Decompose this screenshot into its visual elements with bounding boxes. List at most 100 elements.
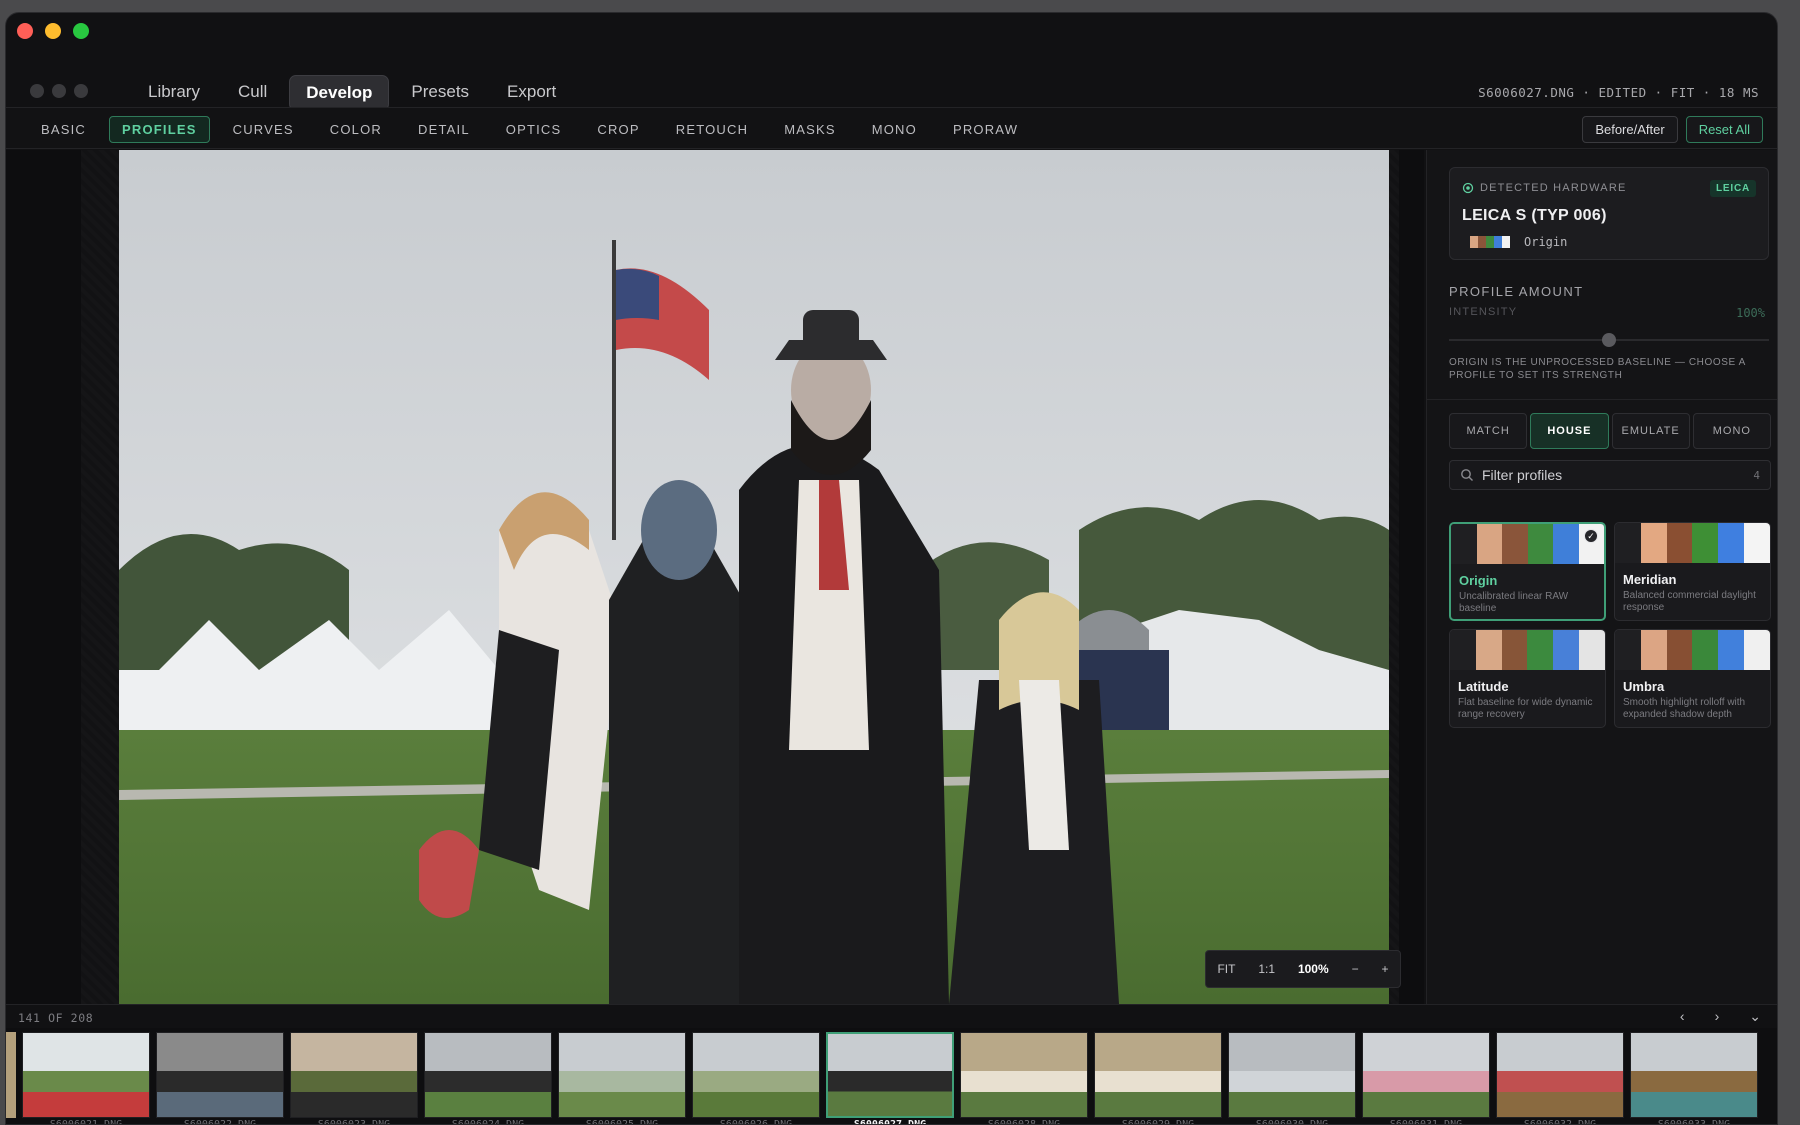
image-viewer: FIT 1:1 100% − + xyxy=(6,150,1424,1004)
status-dots xyxy=(30,84,88,98)
camera-chip-icon xyxy=(1462,182,1474,194)
develop-subnav: BASIC PROFILES CURVES COLOR DETAIL OPTICS CROP… xyxy=(6,107,1777,149)
thumbnail-image xyxy=(960,1032,1088,1118)
thumbnail-filename: S6006032.DNG xyxy=(1523,1119,1597,1125)
thumbnail-image xyxy=(1228,1032,1356,1118)
subtab-optics[interactable]: OPTICS xyxy=(493,116,575,143)
thumbnail-image xyxy=(692,1032,820,1118)
thumbnail-filename: S6006027.DNG xyxy=(853,1119,927,1125)
intensity-slider-handle[interactable] xyxy=(1602,333,1616,347)
profile-swatch xyxy=(1615,523,1770,563)
filmstrip-thumb[interactable]: S6006027.DNG xyxy=(826,1028,954,1125)
partial-thumb[interactable] xyxy=(6,1028,16,1124)
detected-hardware-card: DETECTED HARDWARE LEICA LEICA S (TYP 006… xyxy=(1449,167,1769,260)
filmstrip-thumb[interactable]: S6006029.DNG xyxy=(1094,1028,1222,1124)
filmstrip-thumb[interactable]: S6006026.DNG xyxy=(692,1028,820,1125)
filmstrip-thumb[interactable]: S6006025.DNG xyxy=(558,1028,686,1124)
intensity-slider[interactable] xyxy=(1449,333,1769,347)
zoom-level: 100% xyxy=(1297,962,1329,976)
segment-mono[interactable]: MONO xyxy=(1692,413,1771,449)
profile-swatch xyxy=(1451,524,1604,564)
tab-cull[interactable]: Cull xyxy=(222,75,283,111)
filmstrip-thumb[interactable]: S6006031.DNG xyxy=(1362,1028,1490,1125)
top-nav: Library Cull Develop Presets Export S6006027… xyxy=(6,51,1777,111)
close-window-button[interactable] xyxy=(17,23,33,39)
window-controls xyxy=(17,23,89,39)
filmstrip-thumb[interactable]: S6006022.DNG xyxy=(156,1028,284,1125)
thumbnail-filename: S6006022.DNG xyxy=(183,1119,257,1125)
brand-badge: LEICA xyxy=(1710,180,1756,197)
thumbnail-filename: S6006026.DNG xyxy=(719,1119,793,1125)
thumbnail-image xyxy=(1362,1032,1490,1118)
filmstrip-thumb[interactable]: S6006032.DNG xyxy=(1496,1028,1624,1125)
thumbnail-filename: S6006024.DNG xyxy=(451,1119,525,1125)
profile-description: Flat baseline for wide dynamic range rec… xyxy=(1458,697,1593,720)
next-image-button[interactable]: › xyxy=(1715,1008,1720,1025)
thumbnail-filename: S6006031.DNG xyxy=(1389,1119,1463,1125)
thumbnail-filename: S6006021.DNG xyxy=(49,1119,123,1125)
zoom-out-button[interactable]: − xyxy=(1352,962,1359,976)
tab-develop[interactable]: Develop xyxy=(289,75,390,111)
profile-card-meridian[interactable]: Meridian Balanced commercial daylight res… xyxy=(1614,522,1771,621)
zoom-fit-button[interactable]: FIT xyxy=(1217,962,1235,976)
filmstrip-thumb[interactable]: S6006033.DNG xyxy=(1630,1028,1758,1125)
thumbnail-filename: S6006030.DNG xyxy=(1255,1119,1329,1125)
filmstrip-thumb[interactable]: S6006023.DNG xyxy=(290,1028,418,1125)
thumbnail-filename: S6006033.DNG xyxy=(1657,1119,1731,1125)
segment-match[interactable]: MATCH xyxy=(1449,413,1528,449)
prev-image-button[interactable]: ‹ xyxy=(1680,1008,1685,1025)
subtab-proraw[interactable]: PRORAW xyxy=(940,116,1031,143)
collapse-filmstrip-button[interactable]: ⌄ xyxy=(1749,1008,1761,1025)
thumbnail-image xyxy=(290,1032,418,1118)
thumbnail-image xyxy=(826,1032,954,1118)
zoom-in-button[interactable]: + xyxy=(1381,962,1388,976)
filter-profiles-input[interactable] xyxy=(1482,467,1754,483)
tab-library[interactable]: Library xyxy=(132,75,216,111)
profile-description: Uncalibrated linear RAW baseline xyxy=(1459,591,1569,614)
subtab-basic[interactable]: BASIC xyxy=(28,116,99,143)
subtab-color[interactable]: COLOR xyxy=(317,116,395,143)
filmstrip: S6006021.DNG S6006022.DNG S6006023.DNG S600… xyxy=(6,1028,1777,1125)
thumbnail-image xyxy=(156,1032,284,1118)
segment-house[interactable]: HOUSE xyxy=(1530,413,1609,449)
app-window: Library Cull Develop Presets Export S6006027… xyxy=(5,12,1778,1125)
profile-card-origin[interactable]: ✓ Origin Uncalibrated linear RAW baseline xyxy=(1449,522,1606,621)
panel-tabs: BASIC PROFILES CURVES COLOR DETAIL OPTICS CROP… xyxy=(28,116,1031,143)
subtab-curves[interactable]: CURVES xyxy=(220,116,307,143)
profile-amount-title: PROFILE AMOUNT xyxy=(1449,284,1584,299)
subtab-crop[interactable]: CROP xyxy=(584,116,652,143)
tab-presets[interactable]: Presets xyxy=(395,75,485,111)
filmstrip-thumb[interactable]: S6006021.DNG xyxy=(22,1028,150,1125)
thumbnail-image xyxy=(22,1032,150,1118)
profile-category-tabs: MATCH HOUSE EMULATE MONO xyxy=(1449,413,1771,449)
profile-card-latitude[interactable]: Latitude Flat baseline for wide dynamic r… xyxy=(1449,629,1606,728)
subtab-masks[interactable]: MASKS xyxy=(771,116,849,143)
filmstrip-thumb[interactable]: S6006030.DNG xyxy=(1228,1028,1356,1125)
thumbnail-filename: S6006023.DNG xyxy=(317,1119,391,1125)
current-profile-name: Origin xyxy=(1524,235,1568,249)
filmstrip-thumb[interactable]: S6006024.DNG xyxy=(424,1028,552,1125)
before-after-button[interactable]: Before/After xyxy=(1582,116,1678,143)
zoom-1to1-button[interactable]: 1:1 xyxy=(1258,962,1275,976)
thumbnail-image xyxy=(1496,1032,1624,1118)
subtab-retouch[interactable]: RETOUCH xyxy=(663,116,761,143)
subtab-detail[interactable]: DETAIL xyxy=(405,116,483,143)
profile-description: Smooth highlight rolloff with expanded s… xyxy=(1623,697,1746,720)
profile-name: Meridian xyxy=(1623,572,1677,587)
profile-card-umbra[interactable]: Umbra Smooth highlight rolloff with expan… xyxy=(1614,629,1771,728)
profile-swatch xyxy=(1470,236,1510,248)
profile-description: Balanced commercial daylight response xyxy=(1623,590,1756,613)
segment-emulate[interactable]: EMULATE xyxy=(1611,413,1690,449)
filmstrip-thumb[interactable]: S6006028.DNG xyxy=(960,1028,1088,1124)
camera-model: LEICA S (TYP 006) xyxy=(1462,207,1607,224)
profile-count: 4 xyxy=(1753,468,1760,482)
subtab-mono[interactable]: MONO xyxy=(859,116,930,143)
tab-export[interactable]: Export xyxy=(491,75,572,111)
subtab-profiles[interactable]: PROFILES xyxy=(109,116,210,143)
zoom-window-button[interactable] xyxy=(73,23,89,39)
profile-grid: ✓ Origin Uncalibrated linear RAW baseline M… xyxy=(1449,522,1771,728)
filter-box: 4 xyxy=(1449,460,1771,490)
reset-all-button[interactable]: Reset All xyxy=(1685,116,1763,143)
main-photo[interactable] xyxy=(119,150,1389,1004)
minimize-window-button[interactable] xyxy=(45,23,61,39)
